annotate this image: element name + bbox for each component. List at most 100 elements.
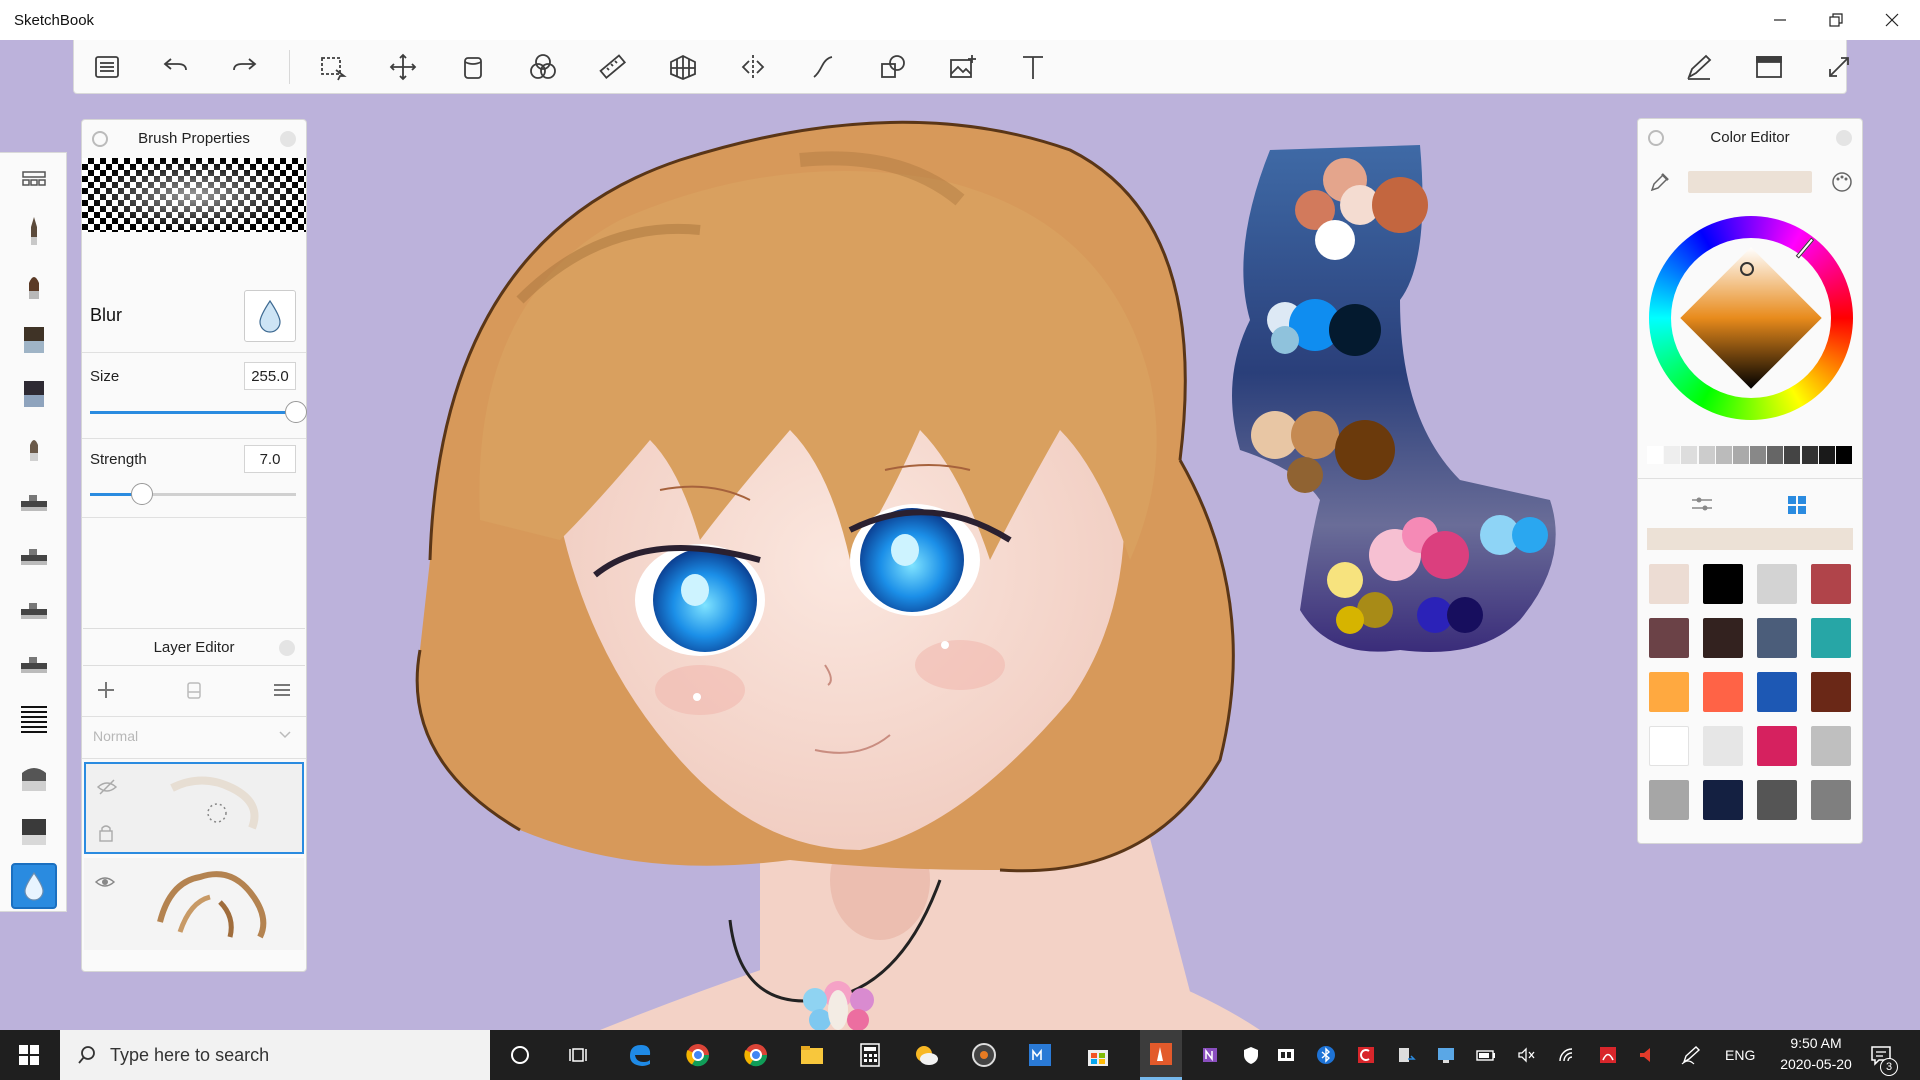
layer-row-selected[interactable] — [84, 762, 304, 854]
tray-onenote[interactable] — [1196, 1040, 1226, 1070]
clear-layer-button[interactable] — [182, 678, 206, 702]
selection-tool-button[interactable] — [306, 40, 360, 94]
tray-usb[interactable] — [1391, 1040, 1421, 1070]
menu-list-button[interactable] — [80, 40, 134, 94]
brush-ink[interactable] — [11, 263, 57, 309]
color-sliders-tab[interactable] — [1690, 494, 1714, 514]
gray-swatch[interactable] — [1750, 446, 1767, 464]
blend-mode-select[interactable]: Normal — [93, 728, 138, 744]
color-swatch[interactable] — [1811, 564, 1851, 604]
brush-thumbnail-button[interactable] — [244, 290, 296, 342]
tray-network-drive[interactable] — [1431, 1040, 1461, 1070]
color-swatch[interactable] — [1703, 726, 1743, 766]
tray-wifi[interactable] — [1553, 1040, 1583, 1070]
tray-acrobat[interactable] — [1593, 1040, 1623, 1070]
color-swatch[interactable] — [1649, 672, 1689, 712]
color-swatch[interactable] — [1811, 780, 1851, 820]
gray-swatch[interactable] — [1681, 446, 1698, 464]
calculator-app[interactable] — [855, 1040, 885, 1070]
color-swatch[interactable] — [1649, 564, 1689, 604]
shape-tool-button[interactable] — [866, 40, 920, 94]
gray-swatch[interactable] — [1784, 446, 1801, 464]
undo-button[interactable] — [148, 40, 202, 94]
brush-palette-toggle-button[interactable] — [1672, 40, 1726, 94]
color-swatch[interactable] — [1703, 780, 1743, 820]
store-app[interactable] — [1083, 1040, 1113, 1070]
task-view-button[interactable] — [565, 1040, 595, 1070]
gray-swatch[interactable] — [1715, 446, 1732, 464]
gray-swatch[interactable] — [1767, 446, 1784, 464]
brush-airbrush-2[interactable] — [11, 533, 57, 579]
color-swatch[interactable] — [1757, 564, 1797, 604]
color-swatch[interactable] — [1703, 672, 1743, 712]
copic-library-button[interactable] — [1830, 170, 1854, 194]
sketchbook-app-active[interactable] — [1140, 1030, 1182, 1080]
gray-swatch[interactable] — [1818, 446, 1835, 464]
chevron-down-icon[interactable] — [278, 727, 292, 741]
color-editor-header[interactable]: Color Editor — [1638, 119, 1862, 155]
color-picker-handle[interactable] — [1740, 262, 1754, 276]
tray-speaker-red[interactable] — [1631, 1040, 1661, 1070]
panel-collapse-icon[interactable] — [280, 131, 296, 147]
fullscreen-button[interactable] — [1812, 40, 1866, 94]
tray-battery[interactable] — [1471, 1040, 1501, 1070]
color-swatch[interactable] — [1649, 780, 1689, 820]
brush-airbrush-1[interactable] — [11, 479, 57, 525]
tray-app-1[interactable] — [1271, 1040, 1301, 1070]
add-layer-button[interactable] — [94, 678, 118, 702]
lock-icon[interactable] — [98, 824, 114, 842]
color-swatch[interactable] — [1811, 672, 1851, 712]
panel-pin-icon[interactable] — [1648, 130, 1664, 146]
file-explorer-app[interactable] — [797, 1040, 827, 1070]
color-swatch[interactable] — [1757, 618, 1797, 658]
brush-eraser-hard[interactable] — [11, 755, 57, 801]
color-swatch[interactable] — [1703, 564, 1743, 604]
color-swatch[interactable] — [1703, 618, 1743, 658]
weather-app[interactable] — [911, 1040, 941, 1070]
layer-menu-button[interactable] — [270, 678, 294, 702]
gray-swatch[interactable] — [1732, 446, 1749, 464]
tray-bluetooth[interactable] — [1311, 1040, 1341, 1070]
chrome-app[interactable] — [683, 1040, 713, 1070]
size-value-field[interactable]: 255.0 — [244, 362, 296, 390]
brush-airbrush-4[interactable] — [11, 641, 57, 687]
window-toggle-button[interactable] — [1742, 40, 1796, 94]
brush-eraser-soft[interactable] — [11, 809, 57, 855]
swatches-tab[interactable] — [1786, 494, 1808, 516]
eyedropper-button[interactable] — [1648, 170, 1672, 194]
add-image-button[interactable] — [936, 40, 990, 94]
color-swatch[interactable] — [1649, 618, 1689, 658]
minimize-button[interactable] — [1752, 0, 1808, 40]
restore-button[interactable] — [1808, 0, 1864, 40]
input-language[interactable]: ENG — [1725, 1047, 1755, 1063]
current-color-swatch[interactable] — [1688, 171, 1812, 193]
eye-hidden-icon[interactable] — [96, 778, 118, 796]
color-swatch[interactable] — [1811, 726, 1851, 766]
media-app[interactable] — [969, 1040, 999, 1070]
tray-volume[interactable] — [1511, 1040, 1541, 1070]
panel-collapse-icon[interactable] — [279, 640, 295, 656]
close-button[interactable] — [1864, 0, 1920, 40]
size-slider-handle[interactable] — [285, 401, 307, 423]
brush-properties-header[interactable]: Brush Properties — [82, 120, 306, 156]
color-wheel[interactable] — [1649, 216, 1853, 420]
panel-pin-icon[interactable] — [92, 131, 108, 147]
symmetry-tool-button[interactable] — [726, 40, 780, 94]
stroke-tool-button[interactable] — [796, 40, 850, 94]
brush-paint-2[interactable] — [11, 371, 57, 417]
fill-tool-button[interactable] — [446, 40, 500, 94]
tray-antivirus[interactable] — [1351, 1040, 1381, 1070]
brush-library-button[interactable] — [11, 157, 57, 203]
brush-hatch[interactable] — [11, 695, 57, 741]
color-swatch[interactable] — [1649, 726, 1689, 766]
text-tool-button[interactable] — [1006, 40, 1060, 94]
perspective-tool-button[interactable] — [656, 40, 710, 94]
taskbar-search[interactable]: Type here to search — [60, 1030, 490, 1080]
brush-blur[interactable] — [11, 863, 57, 909]
layer-row[interactable] — [84, 858, 304, 950]
panel-collapse-icon[interactable] — [1836, 130, 1852, 146]
chrome-app-2[interactable] — [741, 1040, 771, 1070]
color-swatch[interactable] — [1757, 726, 1797, 766]
gray-swatch[interactable] — [1835, 446, 1852, 464]
color-mix-button[interactable] — [516, 40, 570, 94]
